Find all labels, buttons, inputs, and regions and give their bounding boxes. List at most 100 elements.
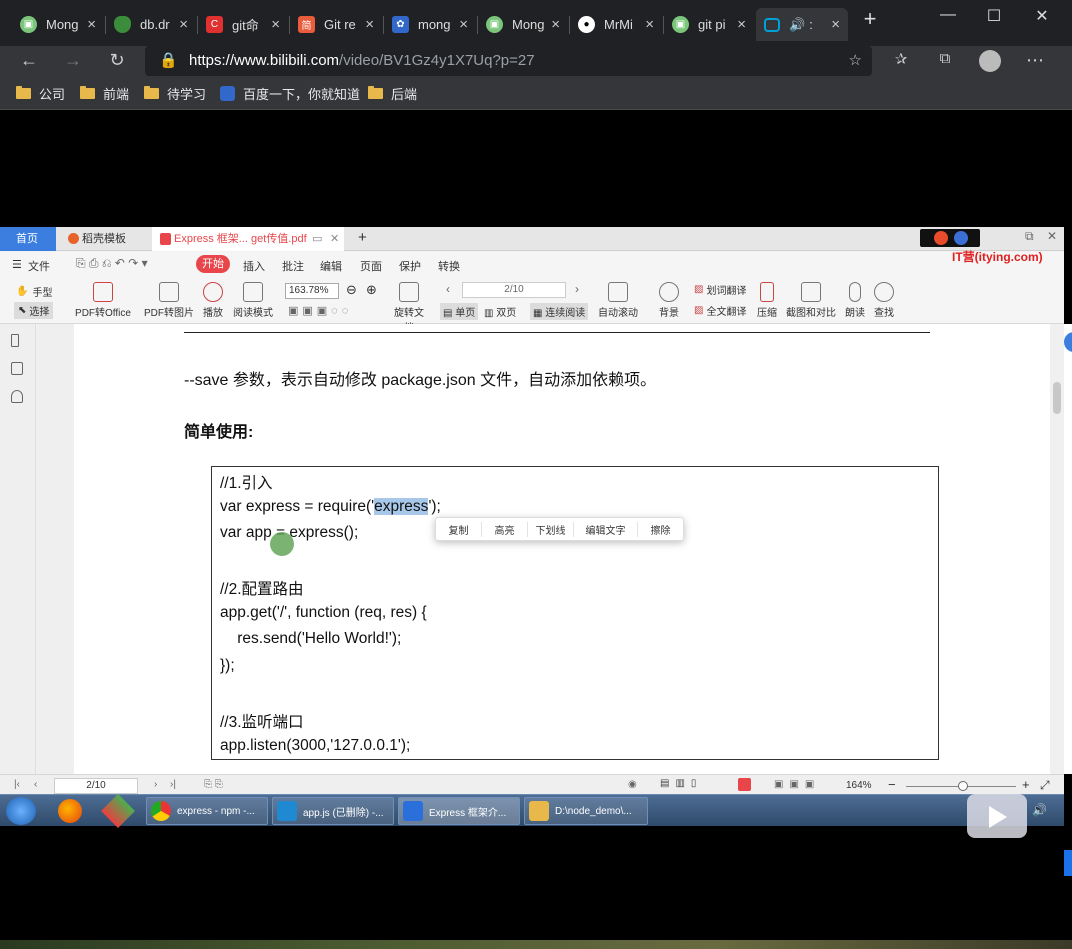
menu-comment[interactable]: 批注 <box>282 258 304 274</box>
browser-tab[interactable]: ▣ git pi × <box>664 8 754 41</box>
vertical-scrollbar[interactable] <box>1050 324 1064 774</box>
browser-tab[interactable]: 简 Git re × <box>290 8 382 41</box>
fullscreen-icon[interactable]: ⤢ <box>1040 778 1050 793</box>
search-button[interactable]: 查找 <box>873 282 895 319</box>
close-icon[interactable]: ✕ <box>330 227 339 251</box>
zoom-out-icon[interactable]: − <box>888 777 896 792</box>
menu-convert[interactable]: 转换 <box>438 258 460 274</box>
menu-page[interactable]: 页面 <box>360 258 382 274</box>
browser-tab[interactable]: C git命 × <box>198 8 288 41</box>
underline-menu-item[interactable]: 下划线 <box>528 521 574 537</box>
prev-page-icon[interactable]: ‹ <box>446 282 450 296</box>
refresh-icon[interactable]: ↻ <box>104 50 130 71</box>
browser-tab[interactable]: db.dr × <box>106 8 196 41</box>
maximize-icon[interactable]: ☐ <box>974 6 1014 26</box>
close-icon[interactable]: × <box>551 16 560 33</box>
menu-edit[interactable]: 编辑 <box>320 258 342 274</box>
menu-protect[interactable]: 保护 <box>399 258 421 274</box>
collections-icon[interactable]: ⧉ <box>932 50 958 67</box>
compress-button[interactable]: 压缩 <box>756 282 778 319</box>
erase-menu-item[interactable]: 擦除 <box>638 522 683 537</box>
play-icon[interactable] <box>738 778 751 791</box>
close-icon[interactable]: × <box>737 16 746 33</box>
taskbar-item-active[interactable]: Express 框架介... <box>398 797 520 825</box>
read-aloud-button[interactable]: 朗读 <box>844 282 866 319</box>
start-button[interactable] <box>6 797 36 825</box>
hamburger-icon[interactable]: ☰ <box>12 258 22 271</box>
background-button[interactable]: 背景 <box>656 282 682 319</box>
taskbar-item[interactable]: express - npm -... <box>146 797 268 825</box>
status-page-input[interactable]: 2/10 <box>54 778 138 794</box>
browser-tab-active[interactable]: 🔊 : × <box>756 8 848 41</box>
volume-icon[interactable]: 🔊 <box>1032 803 1047 817</box>
fit-icons[interactable]: ▣▣▣◌◌ <box>288 304 352 317</box>
zoom-in-icon[interactable]: ⊕ <box>366 282 377 298</box>
close-icon[interactable]: × <box>179 16 188 33</box>
full-translate-button[interactable]: ▨ 全文翻译 <box>694 303 746 318</box>
zoom-select[interactable]: 163.78% <box>285 283 339 299</box>
annotation-icon[interactable] <box>11 390 23 403</box>
close-icon[interactable]: × <box>459 16 468 33</box>
zoom-level[interactable]: 164% <box>846 780 872 791</box>
float-tool-icon[interactable] <box>1064 332 1072 352</box>
eye-icon[interactable]: ◉ <box>628 779 637 790</box>
read-mode-button[interactable]: 阅读模式 <box>232 282 274 319</box>
taskbar-item[interactable]: D:\node_demo\... <box>524 797 648 825</box>
address-bar[interactable]: 🔒 https://www.bilibili.com/video/BV1Gz4y… <box>145 46 872 76</box>
zoom-out-icon[interactable]: ⊖ <box>346 282 357 298</box>
menu-file[interactable]: 文件 <box>28 258 50 274</box>
bookmark-folder[interactable]: 前端 <box>80 84 129 103</box>
next-page-icon[interactable]: › <box>154 779 157 790</box>
speaker-icon[interactable]: 🔊 <box>789 17 805 33</box>
close-icon[interactable]: × <box>87 16 96 33</box>
bookmark-link[interactable]: 百度一下，你就知道 <box>220 84 360 103</box>
new-tab-button[interactable]: + <box>850 6 890 32</box>
tab-pdf-document[interactable]: Express 框架... get传值.pdf ▭ ✕ <box>152 227 344 251</box>
new-tab-button[interactable]: + <box>352 227 367 251</box>
quick-access-icons[interactable]: ⎘ ⎙ ⎌ ↶ ↷ ▾ <box>76 256 148 271</box>
favorites-icon[interactable]: ✰ <box>888 50 914 68</box>
forward-icon[interactable]: → <box>60 50 86 71</box>
tab-template[interactable]: 稻壳模板 <box>60 227 152 251</box>
browser-tab[interactable]: ▣ Mong × <box>478 8 568 41</box>
copy-menu-item[interactable]: 复制 <box>436 521 482 537</box>
next-page-icon[interactable]: › <box>575 282 579 296</box>
menu-insert[interactable]: 插入 <box>243 258 265 274</box>
play-button[interactable]: 播放 <box>200 282 226 319</box>
bookmark-icon[interactable] <box>11 334 19 347</box>
thumbnail-icon[interactable] <box>11 362 23 375</box>
firefox-icon[interactable] <box>58 799 82 823</box>
word-translate-button[interactable]: ▨ 划词翻译 <box>694 282 746 297</box>
last-page-icon[interactable]: ›| <box>170 779 176 790</box>
back-icon[interactable]: ← <box>16 50 42 71</box>
select-tool[interactable]: ⬉ 选择 <box>14 302 54 319</box>
menu-start[interactable]: 开始 <box>196 255 230 273</box>
close-icon[interactable]: ✕ <box>1047 229 1057 243</box>
fit-icons[interactable]: ▣▣▣ <box>774 779 820 790</box>
zoom-in-icon[interactable]: + <box>1022 777 1030 792</box>
screenshot-compare-button[interactable]: 截图和对比 <box>786 282 836 319</box>
page-number-input[interactable]: 2/10 <box>462 282 566 298</box>
more-menu-icon[interactable]: ⋯ <box>1022 50 1048 71</box>
close-icon[interactable]: × <box>645 16 654 33</box>
window-close-icon[interactable]: ✕ <box>1022 6 1062 26</box>
restore-icon[interactable]: ⧉ <box>1025 229 1034 244</box>
minimize-icon[interactable]: — <box>928 6 968 24</box>
star-icon[interactable]: ☆ <box>849 46 862 76</box>
hand-tool[interactable]: ✋ 手型 <box>16 284 52 299</box>
highlight-menu-item[interactable]: 高亮 <box>482 521 528 537</box>
view-mode-icons[interactable]: ▤▥▯ <box>660 778 702 789</box>
video-play-button[interactable] <box>967 794 1027 838</box>
close-icon[interactable]: × <box>365 16 374 33</box>
scrollbar-thumb[interactable] <box>1053 382 1061 414</box>
continuous-read-button[interactable]: ▦ 连续阅读 <box>530 303 589 320</box>
avatar[interactable] <box>979 50 1001 72</box>
auto-scroll-button[interactable]: 自动滚动 <box>596 282 640 319</box>
tab-home[interactable]: 首页 <box>0 227 56 251</box>
close-icon[interactable]: × <box>831 16 840 33</box>
taskbar-item[interactable]: app.js (已删除) -... <box>272 797 394 825</box>
bookmark-folder[interactable]: 待学习 <box>144 84 206 103</box>
pdf-to-office-button[interactable]: PDF转Office <box>72 282 134 319</box>
selected-text[interactable]: express <box>374 498 429 515</box>
single-page-button[interactable]: ▤ 单页 <box>440 303 479 320</box>
